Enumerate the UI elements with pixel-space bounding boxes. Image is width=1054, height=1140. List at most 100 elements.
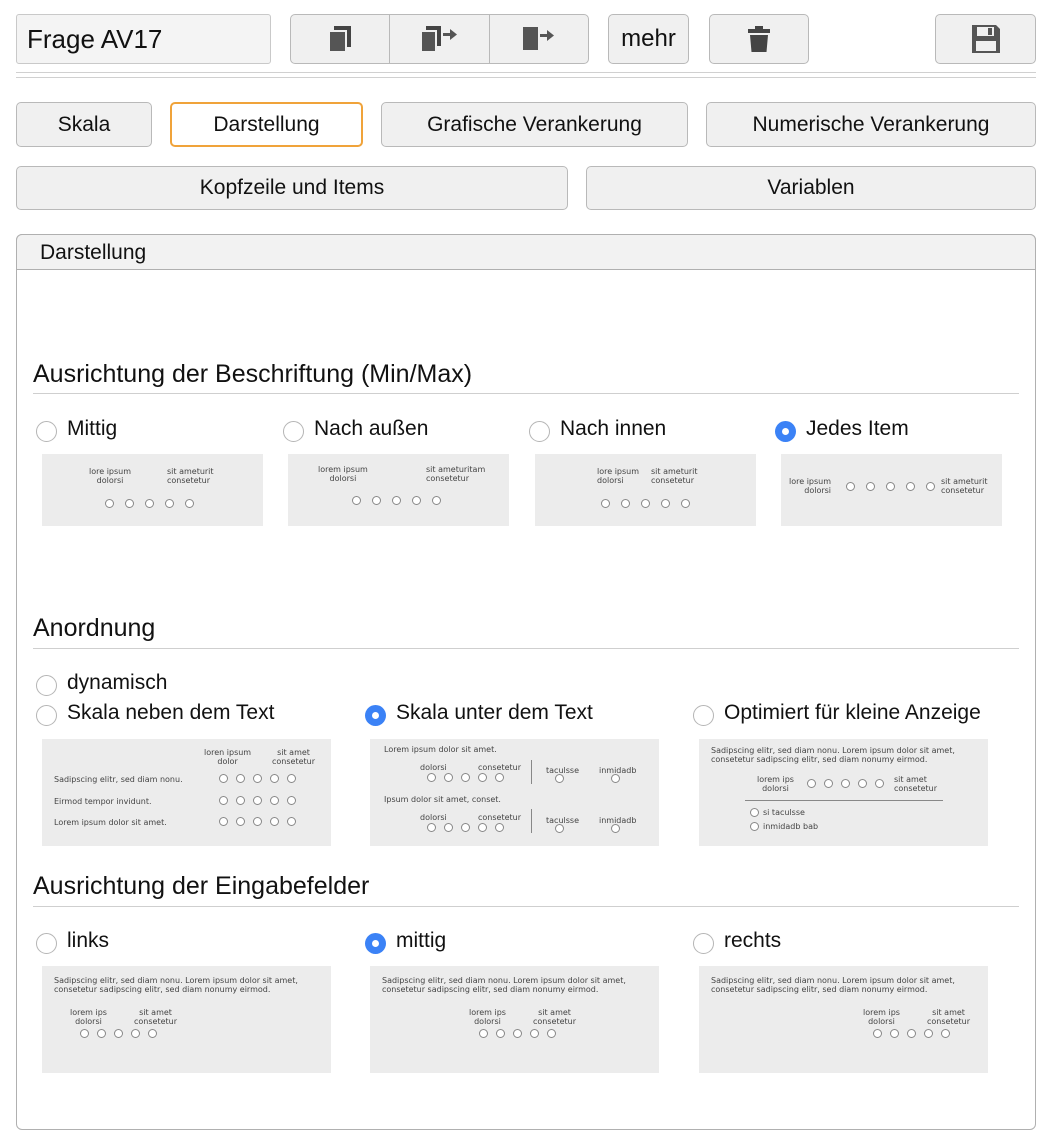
radio-jedes-item[interactable]: Jedes Item [775,417,909,442]
preview-header-label: sit amet consetetur [272,748,316,766]
preview-row-text: Eirmod tempor invidunt. [54,797,152,806]
radio-button-checked[interactable] [775,420,796,442]
save-button[interactable] [935,14,1036,64]
preview-radio [125,499,134,508]
preview-skala-unter-text[interactable]: Lorem ipsum dolor sit amet. dolorsi cons… [370,739,659,846]
tab-grafische-verankerung[interactable]: Grafische Verankerung [381,102,688,147]
preview-radio [478,773,487,782]
preview-nach-aussen[interactable]: lorem ipsum dolorsi sit ameturitam consete… [288,454,509,526]
section-divider [33,393,1019,394]
section-divider [33,648,1019,649]
preview-radio [270,774,279,783]
preview-radio [611,824,620,833]
radio-button[interactable] [36,674,57,696]
preview-radio [875,779,884,788]
preview-text: Sadipscing elitr, sed diam nonu. Lorem i… [711,976,955,985]
preview-radio [105,499,114,508]
radio-button[interactable] [693,932,714,954]
preview-radio [513,1029,522,1038]
move-button[interactable] [490,15,588,63]
preview-radio [530,1029,539,1038]
preview-radio [444,823,453,832]
radio-links[interactable]: links [36,929,109,954]
preview-extra-label: taculsse [546,816,579,825]
preview-radio [219,774,228,783]
radio-button[interactable] [693,704,714,726]
radio-nach-innen[interactable]: Nach innen [529,417,666,442]
preview-eingabe-mittig[interactable]: Sadipscing elitr, sed diam nonu. Lorem i… [370,966,659,1073]
preview-text: consetetur sadipscing elitr, sed diam no… [382,985,599,994]
preview-radio [478,823,487,832]
preview-radio [496,1029,505,1038]
tab-kopfzeile-und-items[interactable]: Kopfzeile und Items [16,166,568,210]
radio-mittig-eingabe[interactable]: mittig [365,929,447,954]
preview-radio [287,774,296,783]
radio-label: Skala neben dem Text [67,701,275,724]
radio-mittig[interactable]: Mittig [36,417,117,442]
radio-label: dynamisch [67,671,168,694]
preview-separator [745,800,943,801]
preview-radio [621,499,630,508]
preview-max-label: consetetur [478,813,522,822]
toolbar-divider-2 [16,77,1036,78]
radio-button[interactable] [36,932,57,954]
preview-radio [236,817,245,826]
radio-rechts[interactable]: rechts [693,929,781,954]
radio-skala-neben-text[interactable]: Skala neben dem Text [36,701,275,726]
preview-optimiert-kleine-anzeige[interactable]: Sadipscing elitr, sed diam nonu. Lorem i… [699,739,988,846]
preview-radio [495,823,504,832]
delete-button[interactable] [709,14,809,64]
radio-button[interactable] [283,420,304,442]
radio-nach-aussen[interactable]: Nach außen [283,417,428,442]
preview-mittig[interactable]: lore ipsum dolorsi sit ameturit consetetur [42,454,263,526]
preview-radio [253,774,262,783]
copy-move-button[interactable] [390,15,490,63]
radio-button[interactable] [36,704,57,726]
preview-jedes-item[interactable]: lore ipsum dolorsi sit ameturit consetetur [781,454,1002,526]
preview-max-label: sit ameturit consetetur [941,477,988,495]
more-button[interactable]: mehr [608,14,689,64]
preview-radio [432,496,441,505]
radio-dynamisch[interactable]: dynamisch [36,671,168,696]
preview-radio [941,1029,950,1038]
preview-radio [287,817,296,826]
preview-text: Sadipscing elitr, sed diam nonu. Lorem i… [382,976,626,985]
preview-radio [236,796,245,805]
preview-radio [461,773,470,782]
tab-skala[interactable]: Skala [16,102,152,147]
preview-radio [886,482,895,491]
radio-button-checked[interactable] [365,704,386,726]
preview-nach-innen[interactable]: lore ipsum dolorsi sit ameturit consetetur [535,454,756,526]
preview-eingabe-rechts[interactable]: Sadipscing elitr, sed diam nonu. Lorem i… [699,966,988,1073]
radio-label: mittig [396,929,447,952]
copy-button[interactable] [291,15,391,63]
preview-radio [352,496,361,505]
preview-text: consetetur sadipscing elitr, sed diam no… [711,985,928,994]
preview-radio [750,808,759,817]
tab-darstellung[interactable]: Darstellung [170,102,363,147]
preview-radio [611,774,620,783]
radio-button[interactable] [36,420,57,442]
tab-numerische-verankerung[interactable]: Numerische Verankerung [706,102,1036,147]
preview-eingabe-links[interactable]: Sadipscing elitr, sed diam nonu. Lorem i… [42,966,331,1073]
preview-radio [236,774,245,783]
preview-separator [531,760,532,784]
move-icon [522,27,554,50]
preview-radio [392,496,401,505]
preview-radio [145,499,154,508]
tab-variablen[interactable]: Variablen [586,166,1036,210]
radio-button[interactable] [529,420,550,442]
preview-header-label: loren ipsum dolor [204,748,252,766]
radio-skala-unter-text[interactable]: Skala unter dem Text [365,701,593,726]
copy-move-icon [420,26,458,53]
preview-radio [185,499,194,508]
preview-radio [750,822,759,831]
question-name-field[interactable]: Frage AV17 [16,14,271,64]
preview-skala-neben-text[interactable]: loren ipsum dolor sit amet consetetur Sadi… [42,739,331,846]
preview-radio [555,824,564,833]
radio-button-checked[interactable] [365,932,386,954]
preview-radio [80,1029,89,1038]
preview-choice-label: inmidadb bab [763,822,819,831]
copy-icon [328,26,352,53]
radio-optimiert-kleine-anzeige[interactable]: Optimiert für kleine Anzeige [693,701,981,726]
